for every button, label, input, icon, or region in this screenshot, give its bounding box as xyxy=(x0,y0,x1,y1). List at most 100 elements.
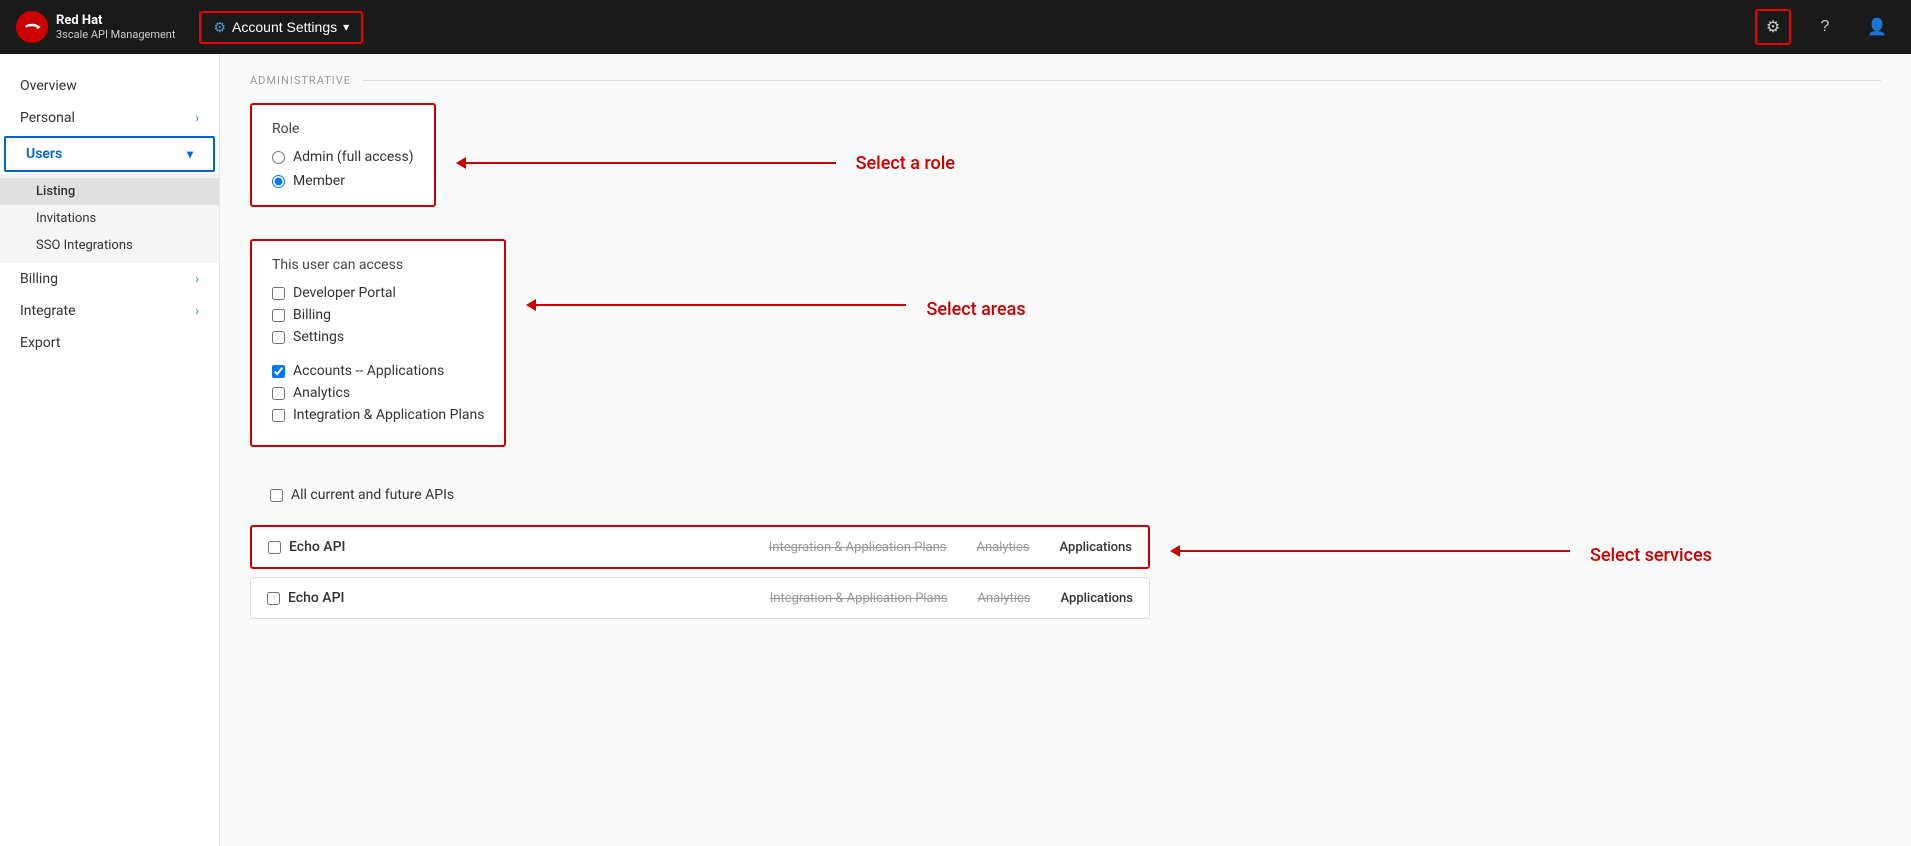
services-section: Echo API Integration & Application Plans… xyxy=(250,525,1881,627)
services-arrow-line xyxy=(1180,550,1570,552)
role-member-label: Member xyxy=(293,173,345,189)
access-section: This user can access Developer Portal Bi… xyxy=(250,239,1881,463)
account-settings-chevron-icon: ▾ xyxy=(343,20,349,34)
integration-plans-label: Integration & Application Plans xyxy=(293,407,484,423)
sidebar-sub-users: Listing Invitations SSO Integrations xyxy=(0,174,219,263)
sidebar-item-export[interactable]: Export xyxy=(0,327,219,359)
role-member-radio[interactable] xyxy=(272,175,285,188)
access-billing[interactable]: Billing xyxy=(272,307,484,323)
settings-checkbox[interactable] xyxy=(272,331,285,344)
billing-checkbox[interactable] xyxy=(272,309,285,322)
role-admin-label: Admin (full access) xyxy=(293,149,414,165)
developer-portal-label: Developer Portal xyxy=(293,285,396,301)
service-2-name: Echo API xyxy=(267,590,467,606)
role-annotation-arrow xyxy=(456,157,836,169)
service-1-checkbox[interactable] xyxy=(268,541,281,554)
service-1-plans-label: Integration & Application Plans xyxy=(769,540,947,555)
service-2-checkbox[interactable] xyxy=(267,592,280,605)
sidebar-item-billing[interactable]: Billing › xyxy=(0,263,219,295)
role-box: Role Admin (full access) Member xyxy=(250,103,436,207)
role-title: Role xyxy=(272,121,414,137)
access-settings[interactable]: Settings xyxy=(272,329,484,345)
main-content: ADMINISTRATIVE Role Admin (full access) … xyxy=(220,54,1911,846)
section-label: ADMINISTRATIVE xyxy=(250,74,1881,87)
all-apis-label: All current and future APIs xyxy=(291,487,454,503)
accounts-applications-checkbox[interactable] xyxy=(272,365,285,378)
service-row-1-content: Echo API Integration & Application Plans… xyxy=(252,527,1148,567)
sidebar-item-users[interactable]: Users ▾ xyxy=(6,138,213,170)
account-settings-gear-icon: ⚙ xyxy=(213,19,226,36)
services-list: Echo API Integration & Application Plans… xyxy=(250,525,1150,627)
role-admin-option[interactable]: Admin (full access) xyxy=(272,149,414,165)
service-2-applications-label: Applications xyxy=(1061,591,1134,606)
access-developer-portal[interactable]: Developer Portal xyxy=(272,285,484,301)
layout: Overview Personal › Users ▾ Listing Invi… xyxy=(0,54,1911,846)
developer-portal-checkbox[interactable] xyxy=(272,287,285,300)
analytics-checkbox[interactable] xyxy=(272,387,285,400)
gear-icon: ⚙ xyxy=(1766,17,1780,37)
areas-annotation-text: Select areas xyxy=(926,299,1025,320)
service-1-name: Echo API xyxy=(268,539,468,555)
question-icon: ? xyxy=(1821,18,1830,36)
service-1-name-label: Echo API xyxy=(289,539,345,555)
user-icon: 👤 xyxy=(1867,17,1887,37)
brand-name: Red Hat xyxy=(56,13,175,29)
sidebar-sub-item-sso[interactable]: SSO Integrations xyxy=(0,232,219,259)
sidebar-sub-item-invitations[interactable]: Invitations xyxy=(0,205,219,232)
personal-chevron-icon: › xyxy=(195,111,199,125)
users-chevron-icon: ▾ xyxy=(187,147,193,161)
access-box: This user can access Developer Portal Bi… xyxy=(250,239,506,447)
service-2-plans: Integration & Application Plans Analytic… xyxy=(467,591,1133,606)
service-2-name-label: Echo API xyxy=(288,590,344,606)
areas-annotation-arrow xyxy=(526,299,906,311)
service-row-1: Echo API Integration & Application Plans… xyxy=(250,525,1150,569)
areas-arrow-line xyxy=(536,304,906,306)
topbar-left: Red Hat 3scale API Management ⚙ Account … xyxy=(16,11,363,44)
role-arrow-line xyxy=(466,162,836,164)
topbar-right: ⚙ ? 👤 xyxy=(1755,9,1895,45)
analytics-label: Analytics xyxy=(293,385,350,401)
service-2-analytics-label: Analytics xyxy=(978,591,1031,606)
service-1-applications-label: Applications xyxy=(1060,540,1133,555)
service-1-analytics-label: Analytics xyxy=(977,540,1030,555)
role-arrow-head-icon xyxy=(456,157,466,169)
account-settings-button[interactable]: ⚙ Account Settings ▾ xyxy=(199,11,363,44)
integration-plans-checkbox[interactable] xyxy=(272,409,285,422)
role-radio-group: Admin (full access) Member xyxy=(272,149,414,189)
access-analytics[interactable]: Analytics xyxy=(272,385,484,401)
service-2-plans-label: Integration & Application Plans xyxy=(770,591,948,606)
settings-icon-button[interactable]: ⚙ xyxy=(1755,9,1791,45)
areas-arrow-head-icon xyxy=(526,299,536,311)
access-title: This user can access xyxy=(272,257,484,273)
topbar: Red Hat 3scale API Management ⚙ Account … xyxy=(0,0,1911,54)
integrate-chevron-icon: › xyxy=(195,304,199,318)
sidebar: Overview Personal › Users ▾ Listing Invi… xyxy=(0,54,220,846)
settings-label: Settings xyxy=(293,329,344,345)
user-icon-button[interactable]: 👤 xyxy=(1859,9,1895,45)
billing-label: Billing xyxy=(293,307,331,323)
sidebar-sub-item-listing[interactable]: Listing xyxy=(0,178,219,205)
access-integration-plans[interactable]: Integration & Application Plans xyxy=(272,407,484,423)
access-accounts-applications[interactable]: Accounts -- Applications xyxy=(272,363,484,379)
all-apis-checkbox[interactable] xyxy=(270,489,283,502)
all-apis-row: All current and future APIs xyxy=(250,479,760,517)
sidebar-item-personal[interactable]: Personal › xyxy=(0,102,219,134)
service-row-2-content: Echo API Integration & Application Plans… xyxy=(251,578,1149,618)
sidebar-item-integrate[interactable]: Integrate › xyxy=(0,295,219,327)
billing-chevron-icon: › xyxy=(195,272,199,286)
accounts-applications-label: Accounts -- Applications xyxy=(293,363,444,379)
role-section: Role Admin (full access) Member Select a… xyxy=(250,103,1881,223)
role-admin-radio[interactable] xyxy=(272,151,285,164)
help-icon-button[interactable]: ? xyxy=(1807,9,1843,45)
sidebar-item-overview[interactable]: Overview xyxy=(0,70,219,102)
brand: Red Hat 3scale API Management xyxy=(16,11,175,43)
services-annotation-text: Select services xyxy=(1590,545,1712,566)
all-apis-checkbox-item[interactable]: All current and future APIs xyxy=(270,487,454,503)
account-settings-label: Account Settings xyxy=(232,19,337,35)
brand-text: Red Hat 3scale API Management xyxy=(56,13,175,42)
service-1-plans: Integration & Application Plans Analytic… xyxy=(468,540,1132,555)
brand-sub: 3scale API Management xyxy=(56,28,175,41)
redhat-logo-icon xyxy=(16,11,48,43)
role-member-option[interactable]: Member xyxy=(272,173,414,189)
service-row-2: Echo API Integration & Application Plans… xyxy=(250,577,1150,619)
